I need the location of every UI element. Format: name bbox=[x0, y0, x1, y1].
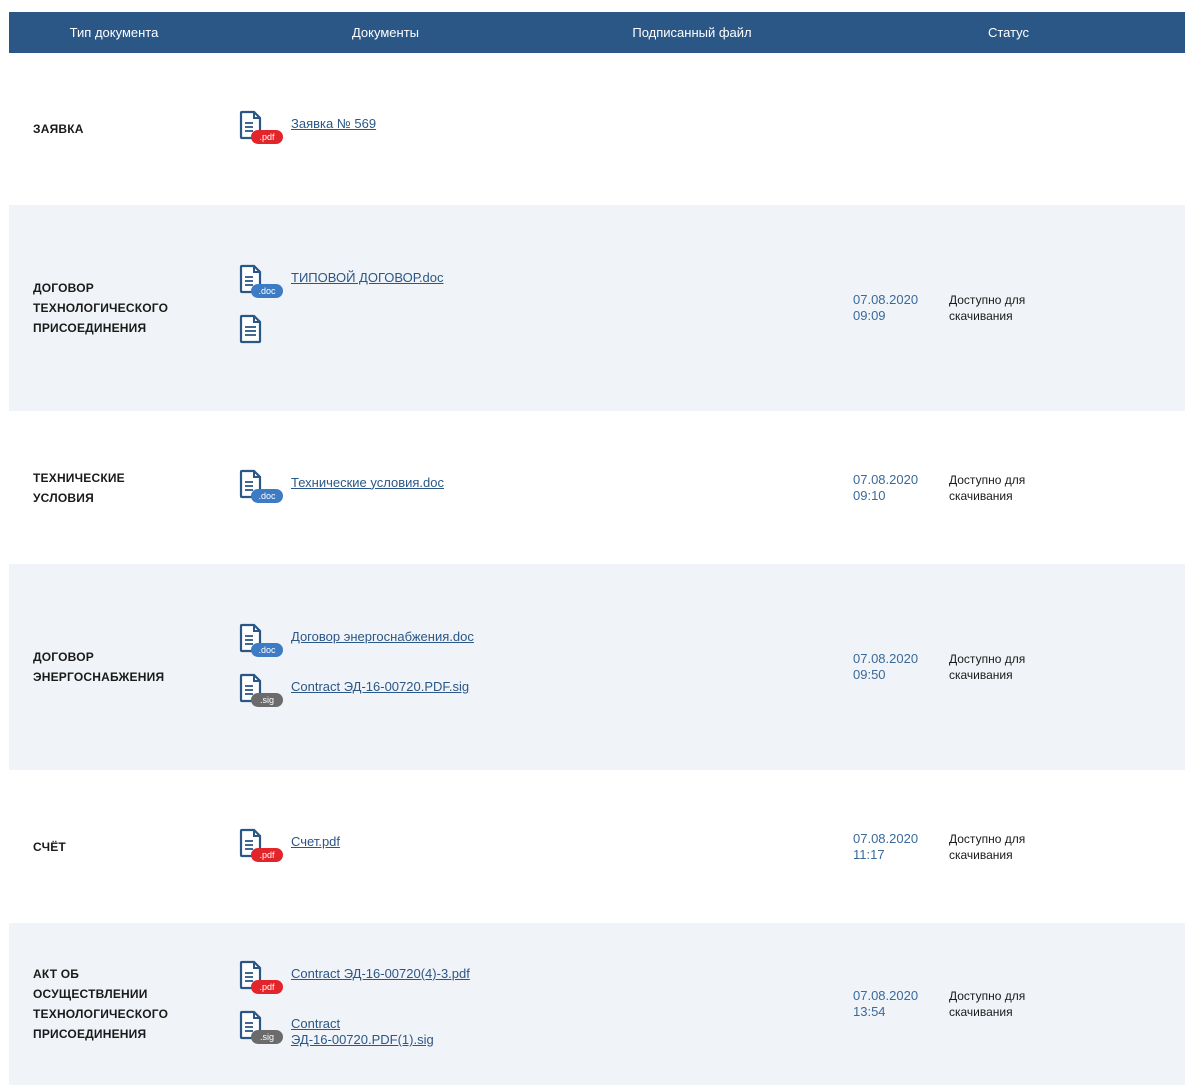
table-row: ТЕХНИЧЕСКИЕ УСЛОВИЯ .doc Технические услов… bbox=[9, 411, 1185, 564]
file-type-badge: .doc bbox=[251, 284, 283, 298]
sig-file-icon[interactable]: .sig bbox=[239, 1010, 283, 1048]
document-link[interactable]: Contract ЭД-16-00720.PDF.sig bbox=[291, 679, 469, 695]
doc-type-label: АКТ ОБ ОСУЩЕСТВЛЕНИИ ТЕХНОЛОГИЧЕСКОГО ПР… bbox=[33, 967, 169, 1041]
doc-type-cell: ТЕХНИЧЕСКИЕ УСЛОВИЯ bbox=[9, 468, 233, 508]
status-text: Доступно для скачивания bbox=[949, 652, 1026, 682]
document-link[interactable]: ТИПОВОЙ ДОГОВОР.doc bbox=[291, 270, 444, 286]
sig-file-icon[interactable]: .sig bbox=[239, 673, 283, 711]
table-row: ЗАЯВКА .pdf Заявка № 569 bbox=[9, 53, 1185, 205]
table-header: Тип документа Документы Подписанный файл… bbox=[9, 12, 1185, 53]
file-type-badge: .doc bbox=[251, 643, 283, 657]
document-link[interactable]: Contract ЭД-16-00720(4)-3.pdf bbox=[291, 966, 470, 982]
file-type-badge: .sig bbox=[251, 693, 283, 707]
doc-type-cell: АКТ ОБ ОСУЩЕСТВЛЕНИИ ТЕХНОЛОГИЧЕСКОГО ПР… bbox=[9, 964, 233, 1044]
document-link[interactable]: Технические условия.doc bbox=[291, 475, 444, 491]
header-doc-type: Тип документа bbox=[69, 25, 159, 40]
table-body: ЗАЯВКА .pdf Заявка № 569 ДОГОВОР ТЕХНОЛОГИЧ… bbox=[9, 53, 1185, 1085]
documents-cell: .doc ТИПОВОЙ ДОГОВОР.doc bbox=[233, 264, 853, 352]
doc-type-label: ЗАЯВКА bbox=[33, 122, 84, 136]
status-text: Доступно для скачивания bbox=[949, 472, 1026, 503]
documents-table: Тип документа Документы Подписанный файл… bbox=[9, 12, 1185, 1085]
document-item bbox=[233, 314, 853, 352]
pdf-file-icon[interactable]: .pdf bbox=[239, 960, 283, 998]
doc-file-icon[interactable]: .doc bbox=[239, 469, 283, 507]
file-type-badge: .doc bbox=[251, 488, 283, 503]
header-signed-file: Подписанный файл bbox=[632, 25, 752, 40]
document-link[interactable]: Contract ЭД-16-00720.PDF(1).sig bbox=[291, 1016, 434, 1048]
doc-type-cell: ДОГОВОР ТЕХНОЛОГИЧЕСКОГО ПРИСОЕДИНЕНИЯ bbox=[9, 278, 233, 338]
document-item: .sig Contract ЭД-16-00720.PDF(1).sig bbox=[233, 1010, 853, 1048]
document-link[interactable]: Договор энергоснабжения.doc bbox=[291, 629, 474, 645]
table-row: ДОГОВОР ТЕХНОЛОГИЧЕСКОГО ПРИСОЕДИНЕНИЯ .d… bbox=[9, 205, 1185, 411]
doc-type-label: ТЕХНИЧЕСКИЕ УСЛОВИЯ bbox=[33, 470, 125, 505]
documents-cell: .pdf Заявка № 569 bbox=[233, 110, 853, 148]
document-item: .doc Технические условия.doc bbox=[233, 469, 853, 507]
header-status: Статус bbox=[987, 25, 1030, 40]
doc-type-label: ДОГОВОР ТЕХНОЛОГИЧЕСКОГО ПРИСОЕДИНЕНИЯ bbox=[33, 281, 169, 335]
document-link[interactable]: Заявка № 569 bbox=[291, 116, 376, 132]
signed-date: 07.08.2020 11:17 bbox=[853, 830, 919, 862]
document-item: .sig Contract ЭД-16-00720.PDF.sig bbox=[233, 673, 853, 711]
file-type-badge: .pdf bbox=[251, 130, 283, 144]
header-documents: Документы bbox=[351, 25, 419, 40]
file-type-badge: .pdf bbox=[251, 847, 283, 862]
documents-cell: .pdf Contract ЭД-16-00720(4)-3.pdf .sig Con… bbox=[233, 960, 853, 1048]
document-item: .pdf Счет.pdf bbox=[233, 828, 853, 866]
file-icon[interactable] bbox=[239, 314, 281, 352]
table-row: СЧЁТ .pdf Счет.pdf 07.08.2020 11:17 Доступно… bbox=[9, 770, 1185, 923]
status-text: Доступно для скачивания bbox=[949, 831, 1026, 862]
document-item: .pdf Заявка № 569 bbox=[233, 110, 853, 148]
doc-type-label: ДОГОВОР ЭНЕРГОСНАБЖЕНИЯ bbox=[33, 650, 165, 684]
document-link[interactable]: Счет.pdf bbox=[291, 834, 340, 850]
document-item: .doc ТИПОВОЙ ДОГОВОР.doc bbox=[233, 264, 853, 302]
document-item: .doc Договор энергоснабжения.doc bbox=[233, 623, 853, 661]
table-row: ДОГОВОР ЭНЕРГОСНАБЖЕНИЯ .doc Договор энерг… bbox=[9, 564, 1185, 770]
pdf-file-icon[interactable]: .pdf bbox=[239, 828, 283, 866]
signed-date: 07.08.2020 09:50 bbox=[853, 651, 919, 682]
doc-type-cell: СЧЁТ bbox=[9, 837, 233, 857]
signed-date: 07.08.2020 13:54 bbox=[853, 988, 919, 1019]
documents-cell: .pdf Счет.pdf bbox=[233, 828, 853, 866]
document-item: .pdf Contract ЭД-16-00720(4)-3.pdf bbox=[233, 960, 853, 998]
file-type-badge: .sig bbox=[251, 1030, 283, 1044]
documents-cell: .doc Технические условия.doc bbox=[233, 469, 853, 507]
doc-file-icon[interactable]: .doc bbox=[239, 264, 283, 302]
status-text: Доступно для скачивания bbox=[949, 293, 1026, 323]
doc-file-icon[interactable]: .doc bbox=[239, 623, 283, 661]
documents-cell: .doc Договор энергоснабжения.doc .sig Contr… bbox=[233, 623, 853, 711]
signed-date: 07.08.2020 09:10 bbox=[853, 471, 919, 503]
doc-type-cell: ЗАЯВКА bbox=[9, 119, 233, 139]
table-row: АКТ ОБ ОСУЩЕСТВЛЕНИИ ТЕХНОЛОГИЧЕСКОГО ПР… bbox=[9, 923, 1185, 1085]
pdf-file-icon[interactable]: .pdf bbox=[239, 110, 283, 148]
doc-type-label: СЧЁТ bbox=[33, 839, 66, 854]
signed-date: 07.08.2020 09:09 bbox=[853, 292, 919, 323]
status-text: Доступно для скачивания bbox=[949, 989, 1026, 1019]
file-type-badge: .pdf bbox=[251, 980, 283, 994]
doc-type-cell: ДОГОВОР ЭНЕРГОСНАБЖЕНИЯ bbox=[9, 647, 233, 687]
